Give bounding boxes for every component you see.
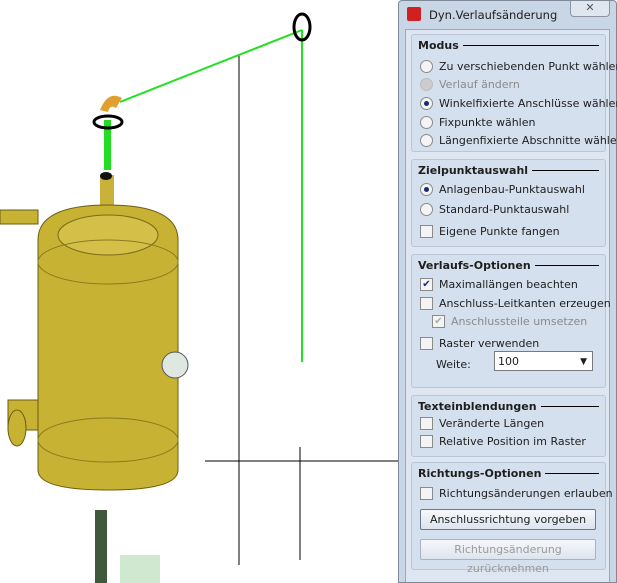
checkbox-eigene-punkte[interactable]: Eigene Punkte fangen bbox=[420, 225, 560, 238]
radio-winkelfixierte-anschluesse[interactable]: Winkelfixierte Anschlüsse wählen bbox=[420, 97, 617, 110]
text-heading: Texteinblendungen bbox=[418, 400, 599, 413]
weite-label: Weite: bbox=[436, 358, 471, 371]
anschlussrichtung-vorgeben-button[interactable]: Anschlussrichtung vorgeben bbox=[420, 509, 596, 530]
title-bar[interactable]: Dyn.Verlaufsänderung ✕ bbox=[399, 1, 616, 29]
app-icon bbox=[407, 7, 421, 21]
checkbox-richtungsaenderungen[interactable]: Richtungsänderungen erlauben bbox=[420, 487, 613, 500]
richtung-heading: Richtungs-Optionen bbox=[418, 467, 599, 480]
checkbox-leitkanten[interactable]: Anschluss-Leitkanten erzeugen bbox=[420, 297, 611, 310]
zielpunkt-group: Zielpunktauswahl Anlagenbau-Punktauswahl… bbox=[411, 159, 606, 247]
checkbox-veraenderte-laengen[interactable]: Veränderte Längen bbox=[420, 417, 544, 430]
3d-viewport[interactable] bbox=[0, 0, 398, 583]
richtungsaenderung-zuruecknehmen-button: Richtungsänderung zurücknehmen bbox=[420, 539, 596, 575]
zielpunkt-heading: Zielpunktauswahl bbox=[418, 164, 599, 177]
checkbox-anschlussteile: ✔ Anschlussteile umsetzen bbox=[432, 315, 587, 328]
richtungs-optionen-group: Richtungs-Optionen Richtungsänderungen e… bbox=[411, 462, 613, 575]
vessel[interactable] bbox=[0, 95, 189, 491]
checkbox-relative-position[interactable]: Relative Position im Raster bbox=[420, 435, 586, 448]
window-title: Dyn.Verlaufsänderung bbox=[429, 8, 558, 22]
chevron-down-icon: ▼ bbox=[580, 357, 587, 367]
floor-plane bbox=[120, 555, 160, 583]
radio-anlagenbau[interactable]: Anlagenbau-Punktauswahl bbox=[420, 183, 585, 196]
radio-verlauf-aendern: Verlauf ändern bbox=[420, 78, 520, 91]
verlaufs-optionen-group: Verlaufs-Optionen ✔ Maximallängen beachte… bbox=[411, 254, 611, 388]
weite-dropdown[interactable]: 100 ▼ bbox=[494, 351, 593, 371]
checkbox-raster[interactable]: Raster verwenden bbox=[420, 337, 539, 350]
texteinblendungen-group: Texteinblendungen Veränderte Längen Rela… bbox=[411, 395, 606, 457]
modus-group: Modus Zu verschiebenden Punkt wählen Ver… bbox=[411, 34, 617, 152]
pipe-bottom bbox=[95, 510, 107, 583]
close-button[interactable]: ✕ bbox=[570, 1, 610, 17]
radio-standard[interactable]: Standard-Punktauswahl bbox=[420, 203, 569, 216]
radio-laengenfixierte-abschnitte[interactable]: Längenfixierte Abschnitte wählen bbox=[420, 134, 617, 147]
checkbox-maximallaengen[interactable]: ✔ Maximallängen beachten bbox=[420, 278, 578, 291]
radio-fixpunkte[interactable]: Fixpunkte wählen bbox=[420, 116, 535, 129]
modus-heading: Modus bbox=[418, 39, 599, 52]
verlauf-heading: Verlaufs-Optionen bbox=[418, 259, 599, 272]
radio-punkt-waehlen[interactable]: Zu verschiebenden Punkt wählen bbox=[420, 60, 617, 73]
dyn-verlaufsaenderung-dialog: Dyn.Verlaufsänderung ✕ Modus Zu verschie… bbox=[398, 0, 617, 583]
